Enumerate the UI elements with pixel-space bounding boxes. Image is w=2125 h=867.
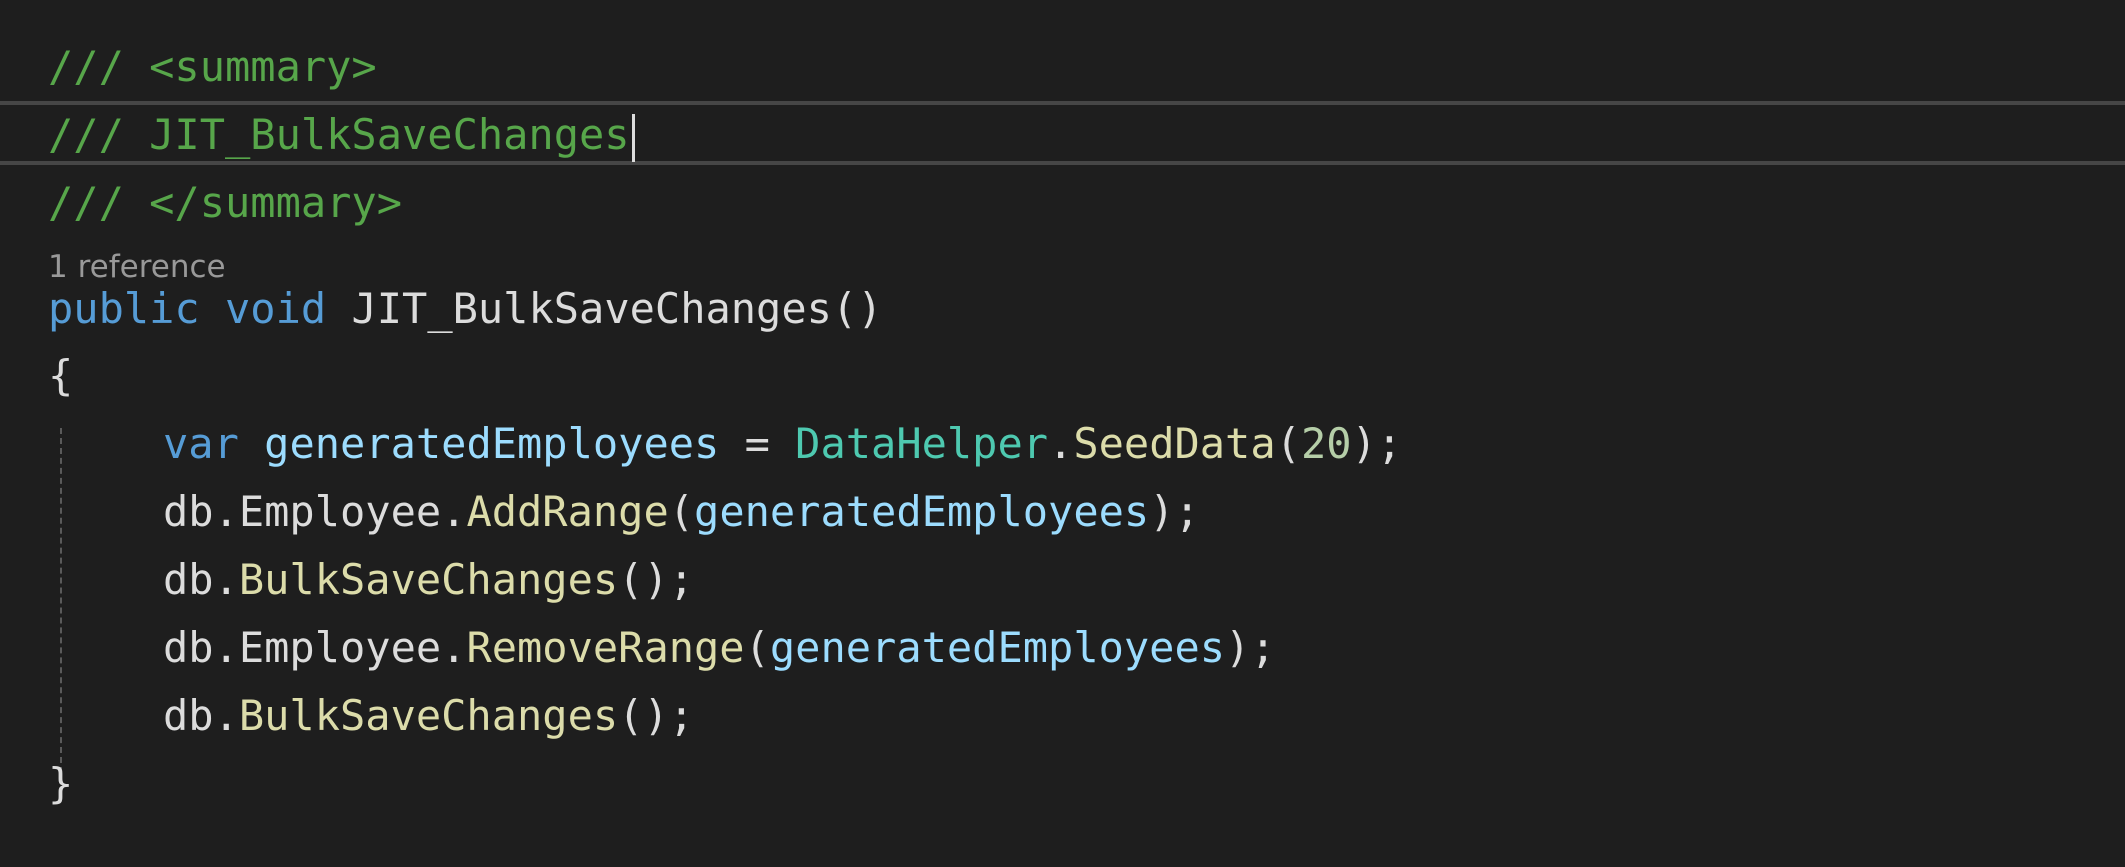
code-token: generatedEmployees bbox=[769, 623, 1226, 672]
code-token: DataHelper bbox=[795, 419, 1049, 468]
code-token: RemoveRange bbox=[466, 623, 745, 672]
code-line[interactable]: db.BulkSaveChanges(); bbox=[0, 682, 2125, 750]
code-line-content: db.BulkSaveChanges(); bbox=[48, 546, 694, 614]
code-line-content: /// </summary> bbox=[48, 169, 402, 237]
code-token: ( bbox=[1275, 419, 1301, 468]
code-token: () bbox=[831, 284, 883, 333]
code-token: void bbox=[225, 284, 327, 333]
code-token: generatedEmployees bbox=[264, 419, 720, 468]
code-token: var bbox=[163, 419, 239, 468]
code-line-content: db.BulkSaveChanges(); bbox=[48, 682, 694, 750]
code-token: /// JIT_BulkSaveChanges bbox=[48, 110, 630, 159]
code-token: (); bbox=[618, 691, 695, 740]
code-line[interactable]: db.BulkSaveChanges(); bbox=[0, 546, 2125, 614]
code-token: AddRange bbox=[466, 487, 669, 536]
code-token: { bbox=[48, 351, 74, 400]
code-token: . bbox=[1048, 419, 1074, 468]
code-token: = bbox=[719, 419, 796, 468]
code-line[interactable]: /// </summary> bbox=[0, 169, 2125, 237]
code-token: 20 bbox=[1300, 419, 1352, 468]
code-token: /// <summary> bbox=[48, 42, 377, 91]
code-line-content: { bbox=[48, 342, 73, 410]
code-token: JIT_BulkSaveChanges bbox=[351, 284, 832, 333]
code-line[interactable]: db.Employee.AddRange(generatedEmployees)… bbox=[0, 478, 2125, 546]
code-line[interactable]: } bbox=[0, 750, 2125, 818]
code-line-content: /// JIT_BulkSaveChanges bbox=[48, 101, 635, 169]
code-token: ); bbox=[1225, 623, 1276, 672]
text-caret bbox=[631, 113, 635, 162]
code-token: BulkSaveChanges bbox=[238, 555, 619, 604]
code-line-content: public void JIT_BulkSaveChanges() bbox=[48, 275, 882, 343]
code-line[interactable]: var generatedEmployees = DataHelper.Seed… bbox=[0, 410, 2125, 478]
code-line[interactable]: public void JIT_BulkSaveChanges() bbox=[0, 275, 2125, 343]
code-line[interactable]: { bbox=[0, 342, 2125, 410]
code-token: (); bbox=[618, 555, 695, 604]
code-token: db.Employee. bbox=[163, 487, 467, 536]
code-line-content: var generatedEmployees = DataHelper.Seed… bbox=[48, 410, 1402, 478]
code-token: public bbox=[48, 284, 200, 333]
code-line-content: db.Employee.RemoveRange(generatedEmploye… bbox=[48, 614, 1276, 682]
code-token: ( bbox=[744, 623, 770, 672]
code-line[interactable]: /// JIT_BulkSaveChanges bbox=[0, 101, 2125, 169]
code-token: db. bbox=[163, 691, 239, 740]
code-token: db. bbox=[163, 555, 239, 604]
code-line[interactable]: /// <summary> bbox=[0, 33, 2125, 101]
code-line[interactable]: db.Employee.RemoveRange(generatedEmploye… bbox=[0, 614, 2125, 682]
code-token: ); bbox=[1351, 419, 1403, 468]
code-editor[interactable]: 1 reference /// <summary>/// JIT_BulkSav… bbox=[0, 0, 2125, 867]
code-token: db.Employee. bbox=[163, 623, 467, 672]
code-line-content: } bbox=[48, 750, 73, 818]
code-token: SeedData bbox=[1073, 419, 1276, 468]
code-token: } bbox=[48, 759, 74, 808]
code-token: BulkSaveChanges bbox=[238, 691, 619, 740]
code-token: /// </summary> bbox=[48, 178, 403, 227]
code-token: ); bbox=[1149, 487, 1200, 536]
code-token: generatedEmployees bbox=[694, 487, 1150, 536]
code-line-content: db.Employee.AddRange(generatedEmployees)… bbox=[48, 478, 1200, 546]
code-token: ( bbox=[668, 487, 695, 536]
code-line-content: /// <summary> bbox=[48, 33, 377, 101]
